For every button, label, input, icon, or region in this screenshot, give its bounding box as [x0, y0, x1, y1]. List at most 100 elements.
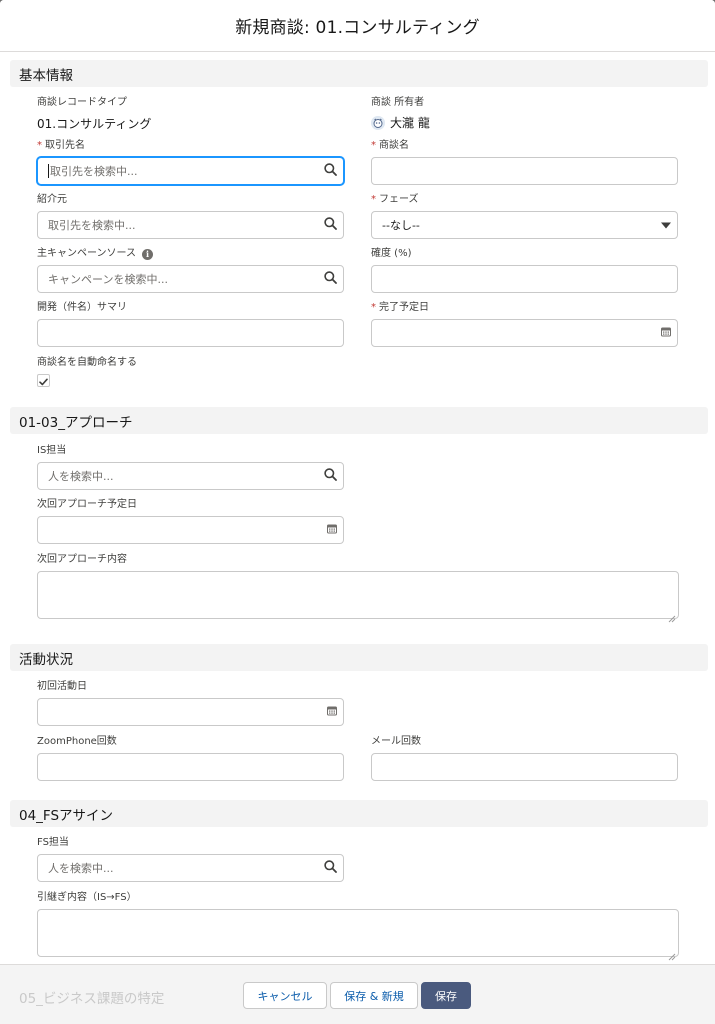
field-phase: * フェーズ --なし-- — [371, 194, 678, 239]
field-label: 確度 (%) — [371, 248, 412, 259]
field-record-type: 商談レコードタイプ 01.コンサルティング — [37, 97, 151, 132]
field-label: * 商談名 — [371, 140, 678, 152]
input-placeholder: 取引先を検索中... — [48, 219, 136, 232]
probability-input[interactable] — [371, 265, 678, 293]
field-is-owner: IS担当 人を検索中... — [37, 445, 344, 490]
first-activity-date-input[interactable] — [37, 698, 344, 726]
calendar-icon[interactable] — [327, 706, 337, 719]
field-label-text: フェーズ — [379, 194, 419, 205]
field-label-text: 取引先名 — [45, 140, 85, 151]
field-first-date: 初回活動日 — [37, 681, 344, 726]
account-search-input[interactable]: 取引先を検索中... — [37, 157, 344, 185]
field-referrer: 紹介元 取引先を検索中... — [37, 194, 344, 239]
section-title: 活動状況 — [19, 651, 73, 668]
check-icon — [39, 371, 48, 390]
field-label: 商談名を自動命名する — [37, 357, 137, 368]
field-summary: 開発（件名）サマリ — [37, 302, 344, 347]
modal-body[interactable]: 基本情報 商談レコードタイプ 01.コンサルティング 商談 所有者 大瀧 龍 *… — [0, 52, 715, 964]
cancel-button[interactable]: キャンセル — [243, 982, 327, 1009]
field-close-date: * 完了予定日 — [371, 302, 678, 347]
referrer-search-input[interactable]: 取引先を検索中... — [37, 211, 344, 239]
fs-owner-search-input[interactable]: 人を検索中... — [37, 854, 344, 882]
field-label: 引継ぎ内容（IS→FS） — [37, 892, 137, 903]
search-icon — [324, 468, 337, 484]
next-approach-date-input[interactable] — [37, 516, 344, 544]
save-button[interactable]: 保存 — [421, 982, 471, 1009]
input-placeholder: 人を検索中... — [48, 862, 114, 875]
field-next-content: 次回アプローチ内容 — [37, 554, 679, 623]
section-title: 01-03_アプローチ — [19, 414, 133, 431]
text-caret — [48, 164, 49, 178]
modal-header: 新規商談: 01.コンサルティング — [0, 0, 715, 52]
field-label: 次回アプローチ予定日 — [37, 499, 137, 510]
field-probability: 確度 (%) — [371, 248, 678, 293]
is-owner-search-input[interactable]: 人を検索中... — [37, 462, 344, 490]
field-label: 開発（件名）サマリ — [37, 302, 127, 313]
field-handover: 引継ぎ内容（IS→FS） — [37, 892, 679, 961]
info-icon[interactable]: i — [142, 249, 153, 260]
field-label: 次回アプローチ内容 — [37, 554, 127, 565]
required-marker: * — [37, 140, 42, 151]
owner-value[interactable]: 大瀧 龍 — [371, 114, 430, 131]
section-header-basic[interactable]: 基本情報 — [10, 60, 708, 87]
section-title: 基本情報 — [19, 67, 73, 84]
mail-count-input[interactable] — [371, 753, 678, 781]
search-icon — [324, 271, 337, 287]
campaign-search-input[interactable]: キャンペーンを検索中... — [37, 265, 344, 293]
field-label: IS担当 — [37, 445, 67, 456]
owner-name[interactable]: 大瀧 龍 — [390, 114, 430, 131]
field-label: 商談レコードタイプ — [37, 97, 127, 108]
field-label: * フェーズ — [371, 194, 678, 206]
select-value: --なし-- — [382, 219, 420, 232]
section-header-fs[interactable]: 04_FSアサイン — [10, 800, 708, 827]
field-label: FS担当 — [37, 837, 69, 848]
field-label: メール回数 — [371, 736, 421, 747]
field-label-text: 主キャンペーンソース — [37, 248, 136, 259]
save-and-new-button[interactable]: 保存 & 新規 — [330, 982, 418, 1009]
required-marker: * — [371, 194, 376, 205]
field-label: 商談 所有者 — [371, 97, 425, 108]
input-placeholder: 人を検索中... — [48, 470, 114, 483]
input-placeholder: 取引先を検索中... — [50, 165, 138, 178]
close-date-input[interactable] — [371, 319, 678, 347]
resize-handle-icon[interactable] — [668, 946, 676, 961]
opportunity-name-input[interactable] — [371, 157, 678, 185]
field-label: * 完了予定日 — [371, 302, 678, 314]
field-opp-name: * 商談名 — [371, 140, 678, 185]
field-label-text: 完了予定日 — [379, 302, 429, 313]
input-placeholder: キャンペーンを検索中... — [48, 273, 168, 286]
handover-content-textarea[interactable] — [37, 909, 679, 961]
section-header-business-peek: 05_ビジネス課題の特定 — [19, 991, 165, 1007]
calendar-icon[interactable] — [327, 524, 337, 537]
next-approach-content-textarea[interactable] — [37, 571, 679, 623]
auto-name-checkbox[interactable] — [37, 374, 50, 387]
section-header-approach[interactable]: 01-03_アプローチ — [10, 407, 708, 434]
field-label-text: 商談名 — [379, 140, 409, 151]
new-opportunity-modal: 新規商談: 01.コンサルティング 基本情報 商談レコードタイプ 01.コンサル… — [0, 0, 715, 1024]
section-header-activity[interactable]: 活動状況 — [10, 644, 708, 671]
chevron-down-icon — [661, 219, 671, 232]
field-owner: 商談 所有者 大瀧 龍 — [371, 97, 430, 131]
search-icon — [324, 860, 337, 876]
field-label: ZoomPhone回数 — [37, 736, 117, 747]
section-title: 04_FSアサイン — [19, 807, 114, 824]
field-campaign: 主キャンペーンソース i キャンペーンを検索中... — [37, 248, 344, 293]
field-next-date: 次回アプローチ予定日 — [37, 499, 344, 544]
field-account: * 取引先名 取引先を検索中... — [37, 140, 344, 185]
calendar-icon[interactable] — [661, 327, 671, 340]
field-label: 紹介元 — [37, 194, 67, 205]
field-auto-name: 商談名を自動命名する — [37, 357, 137, 387]
summary-input[interactable] — [37, 319, 344, 347]
phase-select[interactable]: --なし-- — [371, 211, 678, 239]
search-icon — [324, 163, 337, 179]
field-fs-owner: FS担当 人を検索中... — [37, 837, 344, 882]
field-label: 初回活動日 — [37, 681, 87, 692]
field-mail-count: メール回数 — [371, 736, 678, 781]
avatar — [371, 115, 385, 130]
search-icon — [324, 217, 337, 233]
resize-handle-icon[interactable] — [668, 608, 676, 623]
modal-footer: 05_ビジネス課題の特定 キャンセル 保存 & 新規 保存 — [0, 964, 715, 1024]
field-label: 主キャンペーンソース i — [37, 248, 344, 260]
zoomphone-count-input[interactable] — [37, 753, 344, 781]
required-marker: * — [371, 302, 376, 313]
